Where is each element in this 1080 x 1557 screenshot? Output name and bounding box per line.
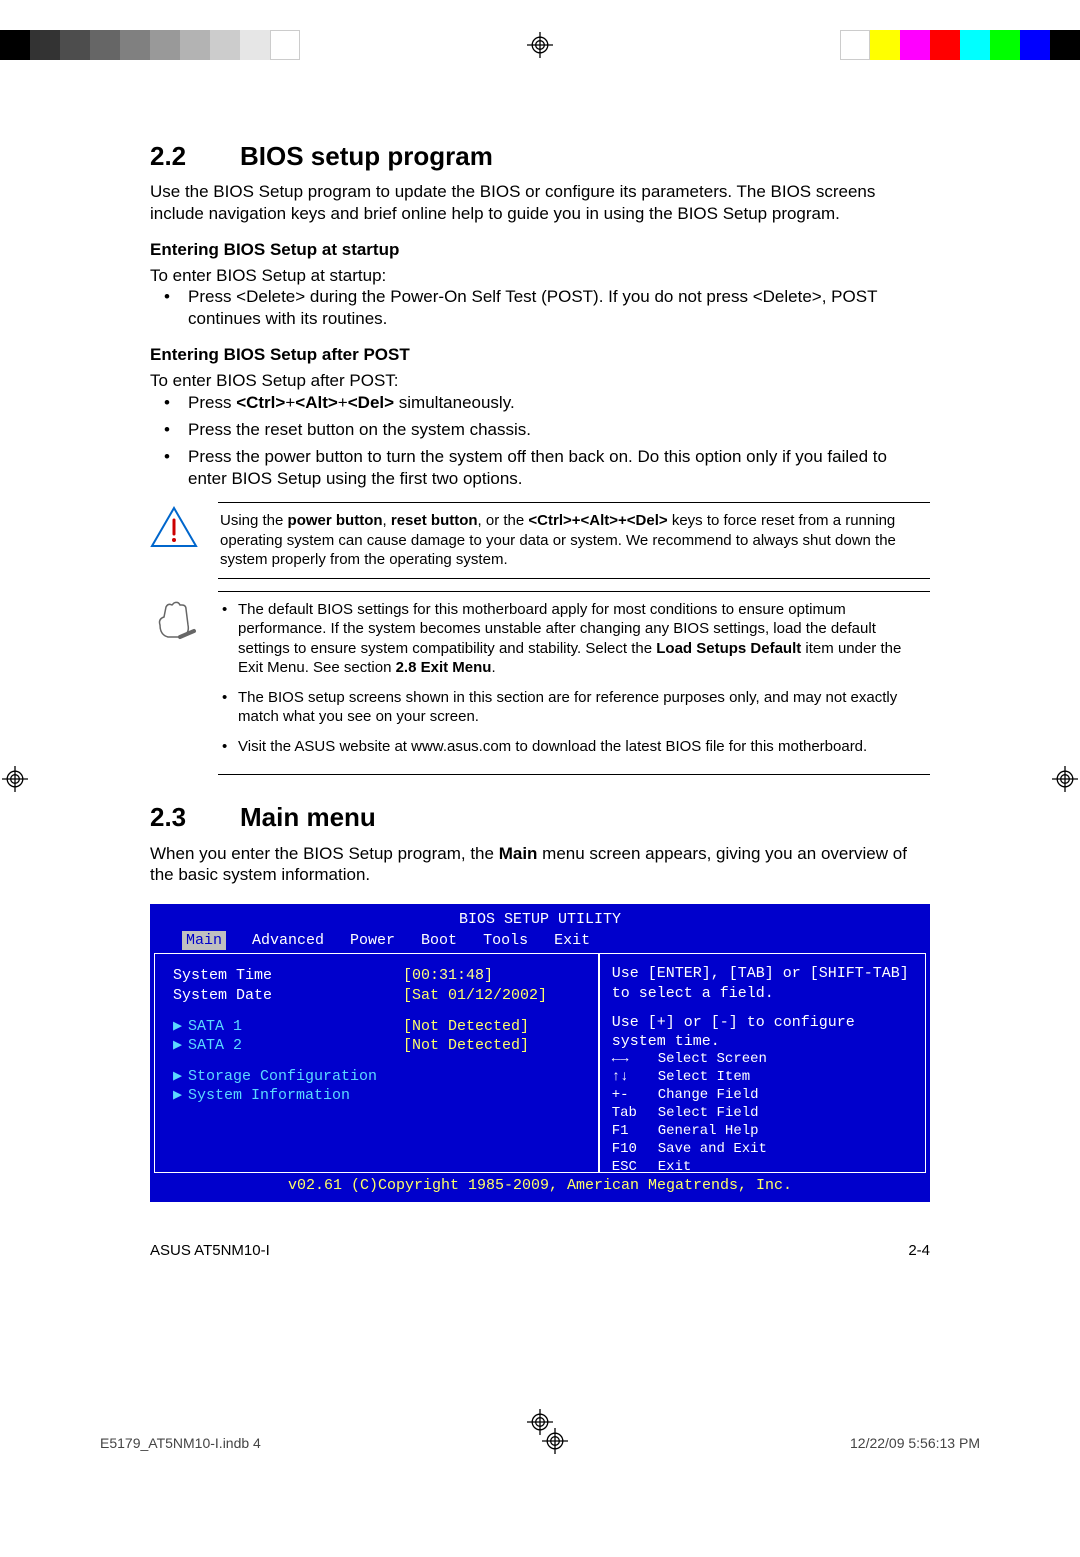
bios-tab-bar: Main Advanced Power Boot Tools Exit xyxy=(154,931,926,953)
subheading: Entering BIOS Setup at startup xyxy=(150,239,930,261)
note-text: Using the power button, reset button, or… xyxy=(218,502,930,579)
footer-page: 2-4 xyxy=(908,1242,930,1259)
section-heading: 2.2 BIOS setup program xyxy=(150,140,930,173)
note-list: The default BIOS settings for this mothe… xyxy=(218,591,930,776)
list-item: Press <Ctrl>+<Alt>+<Del> simultaneously. xyxy=(188,392,930,414)
subheading: Entering BIOS Setup after POST xyxy=(150,344,930,366)
bios-tab: Exit xyxy=(554,931,590,950)
bios-help-text: Use [ENTER], [TAB] or [SHIFT-TAB] to sel… xyxy=(612,964,913,1002)
bios-copyright: v02.61 (C)Copyright 1985-2009, American … xyxy=(154,1173,926,1197)
list-item: Visit the ASUS website at www.asus.com t… xyxy=(238,737,928,757)
info-note: The default BIOS settings for this mothe… xyxy=(150,591,930,776)
bios-screenshot: BIOS SETUP UTILITY Main Advanced Power Boot… xyxy=(150,904,930,1202)
section-heading: 2.3 Main menu xyxy=(150,801,930,834)
list-item: The default BIOS settings for this mothe… xyxy=(238,600,928,678)
warning-icon xyxy=(150,502,200,554)
list-item: Press the power button to turn the syste… xyxy=(188,446,930,490)
bios-tab: Main xyxy=(182,931,226,950)
page-footer: ASUS AT5NM10-I 2-4 xyxy=(150,1242,930,1259)
registration-mark-icon xyxy=(525,30,555,60)
registration-mark-icon xyxy=(542,1428,568,1457)
bullet-list: Press <Delete> during the Power-On Self … xyxy=(150,286,930,330)
bios-main-pane: System Time[00:31:48]System Date[Sat 01/… xyxy=(154,953,599,1173)
bios-title: BIOS SETUP UTILITY xyxy=(154,908,926,931)
registration-mark-icon xyxy=(1050,764,1080,794)
bios-key-legend: ←→Select Screen↑↓Select Item+-Change Fie… xyxy=(612,1051,913,1176)
list-item: Press the reset button on the system cha… xyxy=(188,419,930,441)
lead-text: To enter BIOS Setup after POST: xyxy=(150,370,930,392)
hand-note-icon xyxy=(150,591,200,649)
page-content: 2.2 BIOS setup program Use the BIOS Setu… xyxy=(150,140,930,1202)
warning-note: Using the power button, reset button, or… xyxy=(150,502,930,579)
list-item: The BIOS setup screens shown in this sec… xyxy=(238,688,928,727)
bios-tab: Tools xyxy=(483,931,528,950)
bios-help-text: Use [+] or [-] to configure system time. xyxy=(612,1013,913,1051)
footer-model: ASUS AT5NM10-I xyxy=(150,1242,270,1259)
print-timestamp: 12/22/09 5:56:13 PM xyxy=(850,1435,980,1451)
bios-tab: Power xyxy=(350,931,395,950)
bullet-list: Press <Ctrl>+<Alt>+<Del> simultaneously.… xyxy=(150,392,930,490)
section-intro: When you enter the BIOS Setup program, t… xyxy=(150,843,930,887)
bios-tab: Boot xyxy=(421,931,457,950)
list-item: Press <Delete> during the Power-On Self … xyxy=(188,286,930,330)
section-intro: Use the BIOS Setup program to update the… xyxy=(150,181,930,225)
bios-help-pane: Use [ENTER], [TAB] or [SHIFT-TAB] to sel… xyxy=(599,953,926,1173)
print-footer: E5179_AT5NM10-I.indb 4 12/22/09 5:56:13 … xyxy=(100,1428,980,1457)
lead-text: To enter BIOS Setup at startup: xyxy=(150,265,930,287)
print-file: E5179_AT5NM10-I.indb 4 xyxy=(100,1435,261,1451)
registration-mark-icon xyxy=(0,764,30,794)
bios-tab: Advanced xyxy=(252,931,324,950)
